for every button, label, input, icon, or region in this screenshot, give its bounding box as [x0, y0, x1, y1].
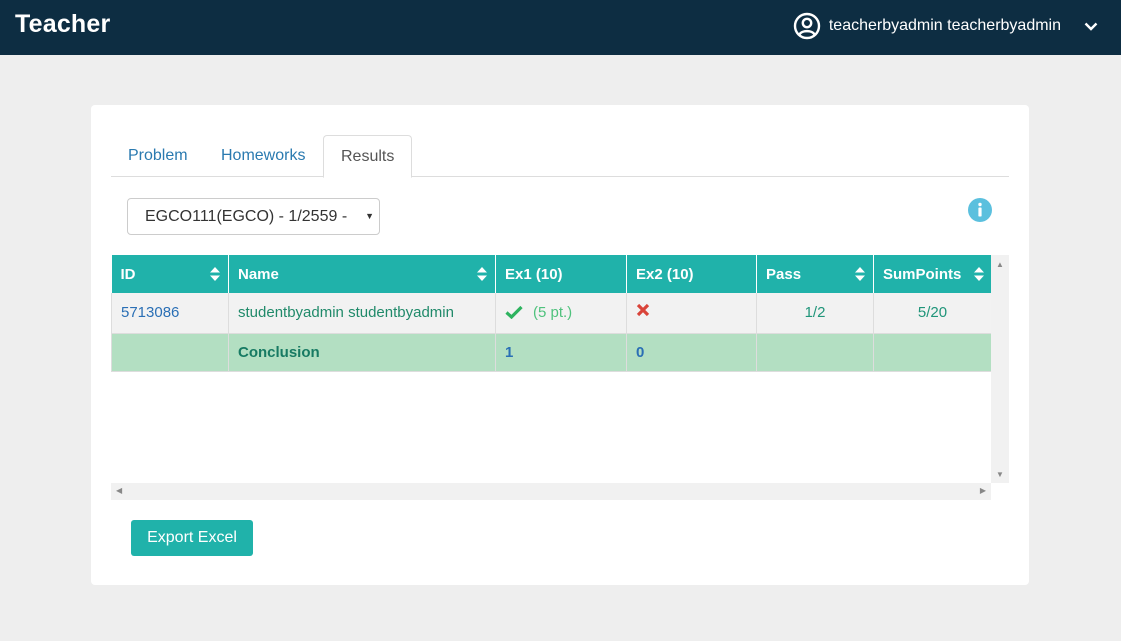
conclusion-ex2: 0: [626, 333, 757, 372]
scroll-left-icon[interactable]: ◀: [116, 486, 122, 495]
tab-problem[interactable]: Problem: [111, 135, 205, 177]
chevron-down-icon[interactable]: [1083, 18, 1099, 34]
vertical-scrollbar[interactable]: ▲ ▼: [991, 255, 1009, 483]
course-select-value: EGCO111(EGCO) - 1/2559 -: [145, 208, 348, 225]
tab-results[interactable]: Results: [323, 135, 413, 178]
results-card: Problem Homeworks Results EGCO111(EGCO) …: [91, 105, 1029, 585]
caret-down-icon: ▼: [365, 211, 374, 221]
info-circle-icon[interactable]: [968, 198, 992, 222]
table-header-row: ID Name Ex1 (10) Ex2 (10) Pass SumPoints: [111, 255, 992, 293]
ex1-points: (5 pt.): [533, 304, 573, 322]
sort-icon: [855, 267, 865, 281]
user-name: teacherbyadmin teacherbyadmin: [828, 17, 1061, 34]
table-row: 5713086 studentbyadmin studentbyadmin (5…: [111, 293, 992, 334]
results-table: ID Name Ex1 (10) Ex2 (10) Pass SumPoints…: [111, 255, 992, 372]
conclusion-ex1: 1: [495, 333, 627, 372]
conclusion-empty-cell: [111, 333, 229, 372]
scroll-right-icon[interactable]: ▶: [980, 486, 986, 495]
student-name: studentbyadmin studentbyadmin: [228, 293, 496, 334]
column-header-ex1: Ex1 (10): [495, 255, 627, 293]
scroll-up-icon[interactable]: ▲: [996, 260, 1004, 269]
column-header-name[interactable]: Name: [228, 255, 496, 293]
export-excel-button[interactable]: Export Excel: [131, 520, 253, 556]
sort-icon: [477, 267, 487, 281]
column-header-sumpoints[interactable]: SumPoints: [873, 255, 992, 293]
conclusion-sum-cell: [873, 333, 992, 372]
conclusion-label: Conclusion: [228, 333, 496, 372]
horizontal-scrollbar[interactable]: ◀ ▶: [111, 483, 991, 500]
column-header-ex2: Ex2 (10): [626, 255, 757, 293]
tab-homeworks[interactable]: Homeworks: [204, 135, 322, 177]
conclusion-row: Conclusion 1 0: [111, 333, 992, 372]
ex1-result: (5 pt.): [495, 293, 627, 334]
scroll-down-icon[interactable]: ▼: [996, 470, 1004, 479]
ex2-result: [626, 293, 757, 334]
student-id: 5713086: [111, 293, 229, 334]
user-menu[interactable]: teacherbyadmin teacherbyadmin: [793, 11, 1099, 41]
sum-points: 5/20: [873, 293, 992, 334]
brand-title[interactable]: Teacher: [15, 10, 110, 39]
course-select[interactable]: EGCO111(EGCO) - 1/2559 - ▼: [127, 198, 380, 235]
conclusion-pass-cell: [756, 333, 874, 372]
x-icon: [636, 303, 650, 316]
user-circle-icon: [793, 12, 821, 40]
check-icon: [505, 306, 523, 320]
sort-icon: [973, 267, 984, 281]
tab-bar: Problem Homeworks Results: [111, 135, 1009, 178]
results-table-container: ID Name Ex1 (10) Ex2 (10) Pass SumPoints…: [111, 255, 1009, 501]
column-header-pass[interactable]: Pass: [756, 255, 874, 293]
pass-count: 1/2: [756, 293, 874, 334]
top-navbar: Teacher teacherbyadmin teacherbyadmin: [0, 0, 1121, 55]
sort-icon: [210, 267, 220, 281]
horizontal-scroll-thumb[interactable]: [129, 485, 973, 498]
column-header-id[interactable]: ID: [111, 255, 229, 293]
